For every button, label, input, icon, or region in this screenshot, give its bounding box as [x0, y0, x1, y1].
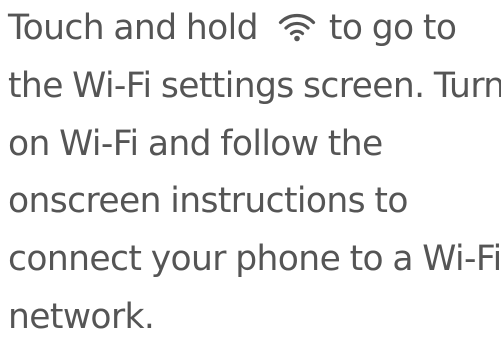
- instruction-line-2: the Wi-Fi settings screen. Turn: [8, 65, 501, 106]
- instruction-line-1: Touch and hold to go to: [8, 0, 501, 58]
- instruction-line-5: connect your phone to a Wi-Fi: [8, 239, 501, 280]
- instruction-line-3: on Wi-Fi and follow the: [8, 123, 383, 164]
- instruction-text-before-icon: Touch and hold: [8, 8, 259, 48]
- instruction-line-6: network.: [8, 296, 155, 337]
- instruction-text-after-icon: to go to: [328, 8, 457, 48]
- wifi-icon: [278, 12, 316, 42]
- instruction-line-4: onscreen instructions to: [8, 181, 408, 222]
- wifi-instruction-text: Touch and hold to go to the Wi-Fi settin…: [8, 0, 501, 347]
